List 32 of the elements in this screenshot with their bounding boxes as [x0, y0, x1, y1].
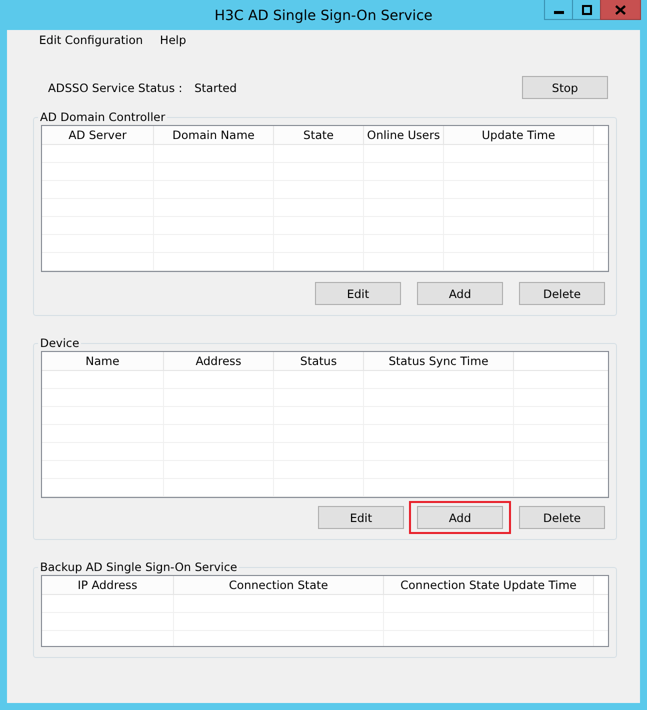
- column-header[interactable]: AD Server: [42, 126, 154, 145]
- column-header[interactable]: Update Time: [444, 126, 594, 145]
- group-title: Device: [39, 336, 80, 350]
- column-header[interactable]: State: [274, 126, 364, 145]
- action-button[interactable]: Delete: [519, 282, 605, 305]
- action-button[interactable]: Edit: [315, 282, 401, 305]
- column-header[interactable]: Status Sync Time: [364, 352, 514, 371]
- column-header[interactable]: IP Address: [42, 576, 174, 595]
- status-value: Started: [194, 80, 238, 94]
- group-title: Backup AD Single Sign-On Service: [39, 560, 238, 574]
- close-icon: [615, 4, 626, 14]
- menu-item[interactable]: Help: [160, 33, 186, 47]
- close-button[interactable]: [600, 0, 641, 20]
- minimize-button[interactable]: [544, 0, 573, 20]
- maximize-icon: [582, 4, 592, 14]
- menu-item[interactable]: Edit Configuration: [39, 33, 143, 47]
- status-label: ADSSO Service Status :: [48, 80, 182, 94]
- action-button[interactable]: Delete: [519, 506, 605, 529]
- column-header[interactable]: Connection State: [174, 576, 384, 595]
- column-header[interactable]: Online Users: [364, 126, 444, 145]
- window-title: H3C AD Single Sign-On Service: [214, 8, 433, 24]
- action-button[interactable]: Edit: [318, 506, 404, 529]
- column-header[interactable]: Status: [274, 352, 364, 371]
- column-header[interactable]: Name: [42, 352, 164, 371]
- column-header[interactable]: Connection State Update Time: [384, 576, 594, 595]
- minimize-icon: [554, 11, 564, 14]
- action-button[interactable]: Add: [417, 506, 503, 529]
- stop-button[interactable]: Stop: [522, 76, 608, 99]
- column-header[interactable]: Domain Name: [154, 126, 274, 145]
- action-button[interactable]: Add: [417, 282, 503, 305]
- group-title: AD Domain Controller: [39, 110, 166, 124]
- column-header[interactable]: Address: [164, 352, 274, 371]
